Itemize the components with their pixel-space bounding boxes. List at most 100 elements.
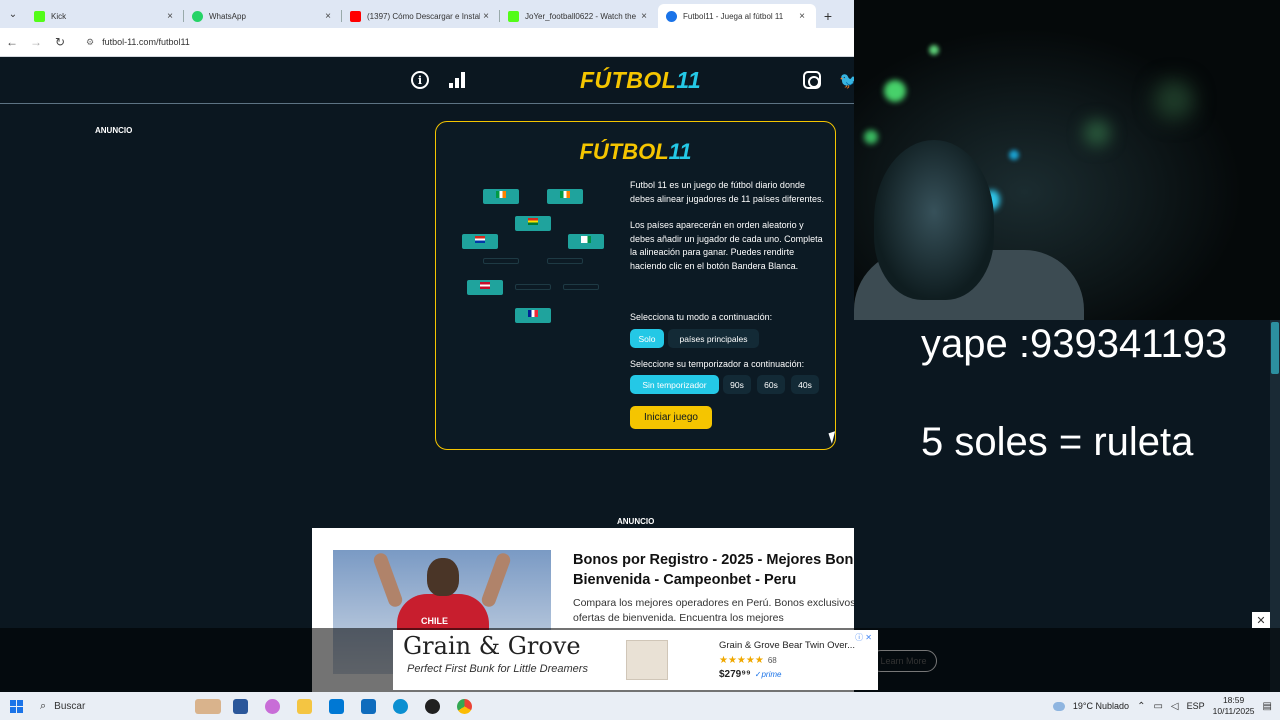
mail-icon[interactable] (352, 692, 384, 720)
ad-label: ANUNCIO (617, 517, 655, 526)
stars: ★★★★★ (719, 655, 764, 666)
player-slot[interactable] (467, 280, 503, 295)
player-slot[interactable] (568, 234, 604, 249)
edge-icon[interactable] (384, 692, 416, 720)
ad-label: ANUNCIO (95, 126, 133, 135)
description-paragraph: Los países aparecerán en orden aleatorio… (630, 220, 823, 271)
jersey-name: CHILE (421, 616, 448, 626)
tab-search-chevron-icon[interactable]: ⌄ (0, 0, 26, 28)
flag-icon (528, 218, 538, 225)
mode-option-main-countries[interactable]: países principales (668, 329, 759, 348)
flag-icon (581, 236, 591, 243)
reload-icon[interactable]: ↻ (48, 30, 72, 54)
mode-option-solo[interactable]: Solo (630, 329, 664, 348)
empty-slot[interactable] (483, 258, 519, 264)
chevron-up-icon[interactable]: ⌃ (1137, 701, 1145, 712)
ad-choices-icon[interactable]: ⓘ ✕ (855, 632, 872, 643)
ad-product-name[interactable]: Grain & Grove Bear Twin Over... (719, 640, 855, 651)
new-tab-button[interactable]: + (816, 4, 840, 28)
cloud-icon (1052, 701, 1065, 711)
tab-title: WhatsApp (209, 11, 246, 21)
scrollbar-thumb[interactable] (1271, 322, 1279, 374)
copilot-icon[interactable] (256, 692, 288, 720)
close-ad-icon[interactable]: ✕ (1252, 612, 1270, 628)
info-icon[interactable]: i (411, 71, 429, 89)
address-bar: ← → ↻ ⚙ futbol-11.com/futbol11 (0, 28, 854, 57)
taskbar-app-icon[interactable] (192, 692, 224, 720)
logo-text: FÚTBOL (580, 67, 677, 93)
close-tab-icon[interactable]: × (322, 11, 334, 22)
system-tray: 19°C Nublado ⌃ ▭ ◁ ESP 18:59 10/11/2025 … (1052, 692, 1280, 720)
rating-count: 68 (767, 656, 777, 665)
rating-stars: ★★★★★ 68 (719, 655, 777, 666)
app-icon-shape (424, 698, 440, 714)
lineup-pitch (436, 122, 636, 451)
flag-icon (560, 191, 570, 198)
tab-futbol11[interactable]: Futbol11 - Juega al fútbol 11 × (658, 4, 816, 28)
game-card: FÚTBOL11 Futbol 11 es un juego de fútbol… (435, 121, 836, 450)
flag-icon (480, 282, 490, 289)
language-indicator[interactable]: ESP (1187, 701, 1205, 711)
obs-icon[interactable] (416, 692, 448, 720)
site-logo[interactable]: FÚTBOL11 (580, 67, 701, 94)
app-icon-shape (195, 698, 221, 714)
start-game-button[interactable]: Iniciar juego (630, 406, 712, 429)
furniture-ad[interactable]: Grain & Grove Perfect First Bunk for Lit… (393, 630, 878, 690)
ad-text: Compara los mejores operadores en Perú. … (573, 597, 864, 624)
close-tab-icon[interactable]: × (638, 11, 650, 22)
notifications-icon[interactable]: ▤ (1263, 701, 1272, 712)
tab-youtube[interactable]: (1397) Cómo Descargar e Instal × (342, 4, 500, 28)
url-text: futbol-11.com/futbol11 (102, 37, 190, 47)
site-header: i FÚTBOL11 🐦 (0, 57, 859, 104)
date: 10/11/2025 (1212, 706, 1255, 716)
volume-icon[interactable]: ◁ (1171, 701, 1179, 712)
close-tab-icon[interactable]: × (480, 11, 492, 22)
whatsapp-favicon-icon (192, 10, 203, 22)
instagram-icon[interactable] (803, 71, 821, 89)
empty-slot[interactable] (563, 284, 599, 290)
app-icon-shape (456, 698, 472, 714)
bunk-bed-image[interactable] (626, 640, 668, 680)
task-view-icon[interactable] (224, 692, 256, 720)
streamer-face (874, 140, 994, 300)
url-field[interactable]: ⚙ futbol-11.com/futbol11 (78, 31, 848, 53)
store-icon[interactable] (320, 692, 352, 720)
player-slot[interactable] (515, 216, 551, 231)
taskbar-search[interactable]: ⌕ Buscar (32, 692, 192, 720)
back-arrow-icon[interactable]: ← (0, 30, 24, 54)
site-info-icon[interactable]: ⚙ (86, 37, 94, 48)
timer-option-60s[interactable]: 60s (757, 375, 785, 394)
player-slot[interactable] (483, 189, 519, 204)
close-tab-icon[interactable]: × (796, 11, 808, 22)
forward-arrow-icon[interactable]: → (24, 30, 48, 54)
screen: ⌄ Kick × WhatsApp × (1397) Cómo Descarga… (0, 0, 1280, 720)
flag-icon (475, 236, 485, 243)
close-tab-icon[interactable]: × (164, 11, 176, 22)
webcam-feed (854, 0, 1280, 320)
game-description: Futbol 11 es un juego de fútbol diario d… (630, 179, 824, 286)
player-slot[interactable] (547, 189, 583, 204)
stats-icon[interactable] (449, 72, 467, 88)
timer-option-40s[interactable]: 40s (791, 375, 819, 394)
ad-brand: Grain & Grove (403, 632, 581, 660)
player-slot[interactable] (462, 234, 498, 249)
learn-more-button[interactable]: Learn More (870, 650, 937, 672)
windows-start-icon[interactable] (0, 692, 32, 720)
empty-slot[interactable] (515, 284, 551, 290)
tab-kick[interactable]: Kick × (26, 4, 184, 28)
chrome-icon[interactable] (448, 692, 480, 720)
browser-tabbar: ⌄ Kick × WhatsApp × (1397) Cómo Descarga… (0, 0, 854, 28)
empty-slot[interactable] (547, 258, 583, 264)
timer-option-none[interactable]: Sin temporizador (630, 375, 719, 394)
kick-favicon-icon (508, 10, 519, 22)
tab-whatsapp[interactable]: WhatsApp × (184, 4, 342, 28)
file-explorer-icon[interactable] (288, 692, 320, 720)
player-slot[interactable] (515, 308, 551, 323)
timer-option-90s[interactable]: 90s (723, 375, 751, 394)
weather-text[interactable]: 19°C Nublado (1073, 701, 1129, 711)
tab-title: JoYer_football0622 - Watch the (525, 11, 637, 21)
network-icon[interactable]: ▭ (1153, 701, 1162, 712)
tab-kick-stream[interactable]: JoYer_football0622 - Watch the × (500, 4, 658, 28)
app-icon-shape (328, 698, 344, 714)
clock[interactable]: 18:59 10/11/2025 (1213, 695, 1255, 717)
